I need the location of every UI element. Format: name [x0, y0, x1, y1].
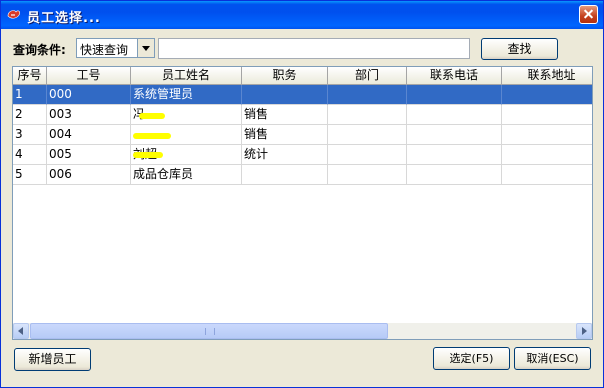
- cell-title: 销售: [242, 105, 328, 125]
- column-header-seq[interactable]: 序号: [13, 67, 47, 85]
- cell-seq: 1: [13, 85, 47, 105]
- select-button[interactable]: 选定(F5): [433, 347, 510, 370]
- cell-name: 系统管理员: [131, 85, 242, 105]
- close-button[interactable]: [579, 5, 598, 24]
- cell-title: [242, 85, 328, 105]
- cell-id: 000: [47, 85, 131, 105]
- cell-phone: [407, 85, 502, 105]
- cell-seq: 5: [13, 165, 47, 185]
- cell-name: 成品仓库员: [131, 165, 242, 185]
- cell-dept: [328, 125, 407, 145]
- cell-phone: [407, 105, 502, 125]
- column-header-id[interactable]: 工号: [47, 67, 131, 85]
- cell-dept: [328, 85, 407, 105]
- cell-dept: [328, 165, 407, 185]
- cell-id: 005: [47, 145, 131, 165]
- column-header-phone[interactable]: 联系电话: [407, 67, 502, 85]
- cell-name: [131, 125, 242, 145]
- cell-phone: [407, 145, 502, 165]
- cell-address: [502, 165, 592, 185]
- cell-address: [502, 125, 592, 145]
- horizontal-scrollbar[interactable]: [13, 323, 592, 339]
- column-header-title[interactable]: 职务: [242, 67, 328, 85]
- redaction-mark: [139, 113, 165, 119]
- cell-address: [502, 85, 592, 105]
- employee-select-dialog: 员工选择... 查询条件: 快速查询 查找 序号 工号 员工姓名 职务 部门 联…: [0, 0, 604, 388]
- cell-address: [502, 105, 592, 125]
- cell-phone: [407, 125, 502, 145]
- cell-title: 销售: [242, 125, 328, 145]
- column-header-name[interactable]: 员工姓名: [131, 67, 242, 85]
- cell-seq: 2: [13, 105, 47, 125]
- search-input[interactable]: [158, 38, 470, 59]
- cell-address: [502, 145, 592, 165]
- cell-seq: 4: [13, 145, 47, 165]
- employee-table[interactable]: 序号 工号 员工姓名 职务 部门 联系电话 联系地址 1 000 系统管理员 2…: [12, 66, 593, 340]
- cell-dept: [328, 105, 407, 125]
- title-bar[interactable]: 员工选择...: [1, 1, 603, 29]
- chevron-down-icon[interactable]: [137, 39, 154, 57]
- search-mode-value: 快速查询: [80, 43, 129, 57]
- scroll-right-button[interactable]: [576, 323, 592, 339]
- cell-dept: [328, 145, 407, 165]
- column-header-address[interactable]: 联系地址: [502, 67, 592, 85]
- scroll-left-button[interactable]: [13, 323, 29, 339]
- find-button[interactable]: 查找: [481, 38, 558, 60]
- redaction-mark: [133, 133, 171, 139]
- search-mode-select[interactable]: 快速查询: [76, 38, 155, 58]
- scroll-thumb[interactable]: [30, 323, 388, 339]
- cell-name: 冯: [131, 105, 242, 125]
- search-condition-label: 查询条件:: [13, 43, 66, 57]
- cell-id: 006: [47, 165, 131, 185]
- redaction-mark: [133, 152, 163, 158]
- cancel-button[interactable]: 取消(ESC): [514, 347, 591, 370]
- app-icon: [7, 10, 20, 19]
- cell-title: [242, 165, 328, 185]
- cell-phone: [407, 165, 502, 185]
- cell-id: 003: [47, 105, 131, 125]
- column-header-dept[interactable]: 部门: [328, 67, 407, 85]
- cell-id: 004: [47, 125, 131, 145]
- cell-name: 刘超: [131, 145, 242, 165]
- add-employee-button[interactable]: 新增员工: [14, 348, 91, 371]
- window-title: 员工选择...: [27, 11, 101, 26]
- cell-seq: 3: [13, 125, 47, 145]
- cell-title: 统计: [242, 145, 328, 165]
